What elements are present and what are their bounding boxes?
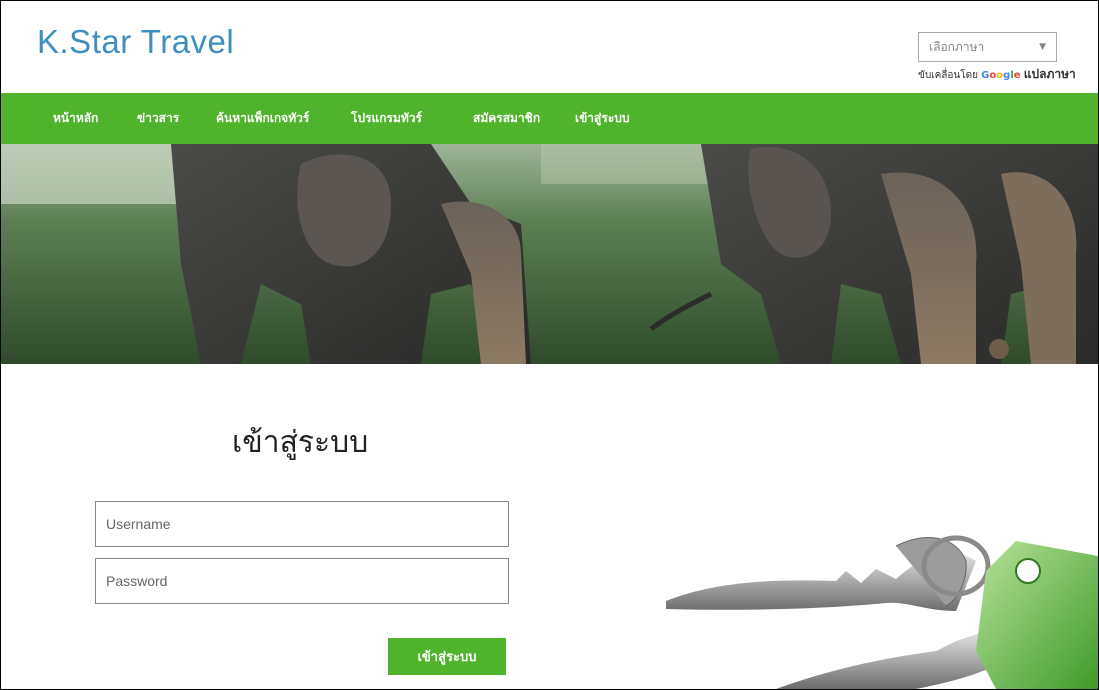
nav-item-register[interactable]: สมัครสมาชิก <box>473 93 540 144</box>
main-nav: หน้าหลัก ข่าวสาร ค้นหาแพ็กเกจทัวร์ โปรแก… <box>1 93 1098 144</box>
hero-banner-image <box>1 144 1098 364</box>
google-logo[interactable]: Google <box>981 70 1020 81</box>
elephants-image <box>1 144 1098 364</box>
google-translate-credit: ขับเคลื่อนโดย Google แปลภาษา <box>918 65 1076 84</box>
nav-item-news[interactable]: ข่าวสาร <box>137 93 179 144</box>
username-input[interactable] <box>95 501 509 547</box>
nav-item-home[interactable]: หน้าหลัก <box>53 93 98 144</box>
login-title: เข้าสู่ระบบ <box>232 425 369 460</box>
keys-illustration <box>666 535 1098 689</box>
login-button[interactable]: เข้าสู่ระบบ <box>388 638 506 675</box>
powered-by-text: ขับเคลื่อนโดย <box>918 70 982 81</box>
header: K.Star Travel เลือกภาษา ▼ ขับเคลื่อนโดย … <box>1 1 1098 93</box>
language-select[interactable]: เลือกภาษา ▼ <box>918 32 1057 62</box>
page-frame: K.Star Travel เลือกภาษา ▼ ขับเคลื่อนโดย … <box>0 0 1099 690</box>
nav-item-search-packages[interactable]: ค้นหาแพ็กเกจทัวร์ <box>216 93 309 144</box>
language-select-value: เลือกภาษา <box>929 40 985 54</box>
nav-item-login[interactable]: เข้าสู่ระบบ <box>575 93 630 144</box>
chevron-down-icon: ▼ <box>1039 42 1046 52</box>
site-logo[interactable]: K.Star Travel <box>37 23 234 61</box>
nav-item-tour-programs[interactable]: โปรแกรมทัวร์ <box>351 93 422 144</box>
password-input[interactable] <box>95 558 509 604</box>
translate-link[interactable]: แปลภาษา <box>1024 67 1076 81</box>
